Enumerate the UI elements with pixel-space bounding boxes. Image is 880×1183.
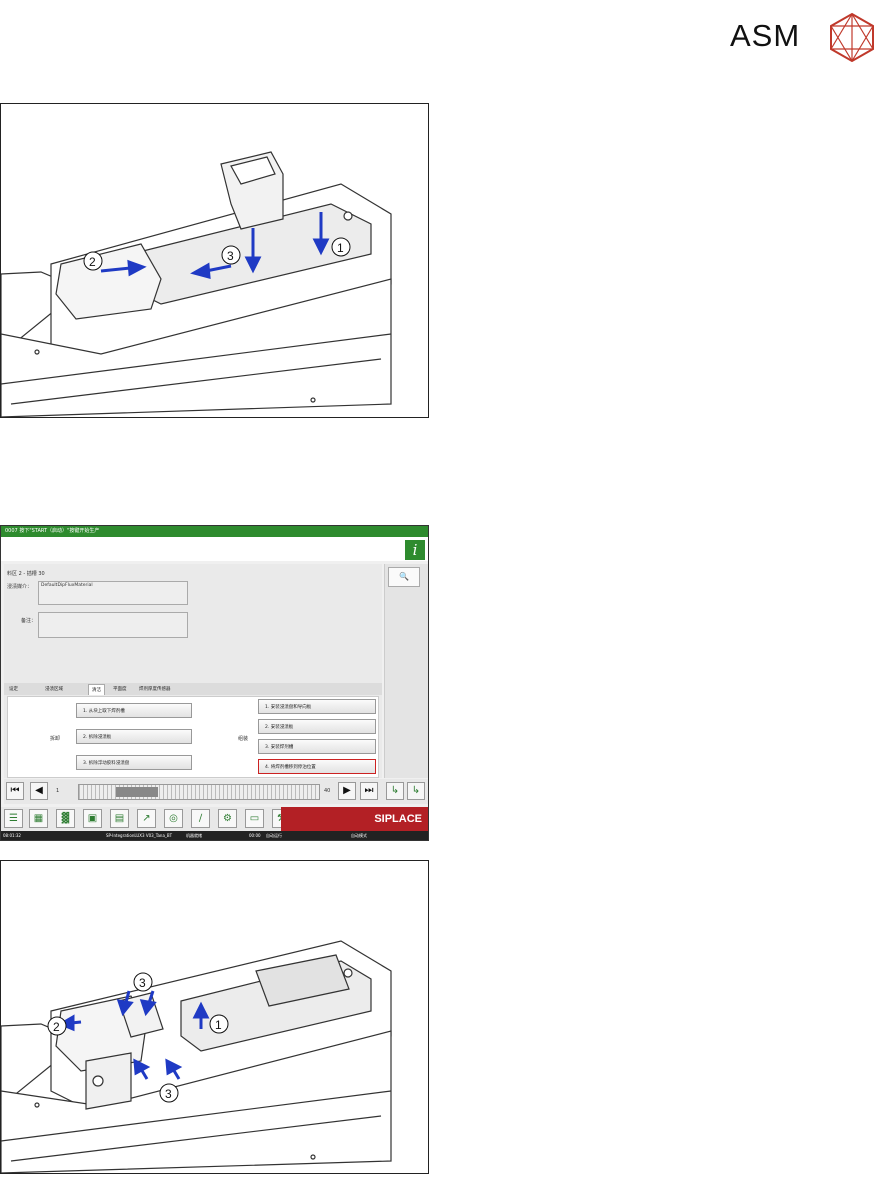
status-machine: 机器就绪 (186, 833, 202, 838)
tab-flatness[interactable]: 平面度 (110, 684, 130, 695)
tab-setup[interactable]: 设定 (6, 684, 21, 695)
info-bar: i (1, 537, 428, 561)
callout-1: 1 (215, 1018, 222, 1032)
install-step-1-button[interactable]: 1. 安装浸渍盘和导向板 (258, 699, 376, 714)
last-page-icon[interactable]: ⏭ (360, 782, 378, 800)
save-icon[interactable]: ▣ (83, 809, 102, 828)
drawing-flux-tray-removal: 1 2 3 (1, 151, 392, 417)
callout-2: 2 (89, 255, 96, 269)
note-label: 备注： (21, 618, 37, 624)
prev-page-icon[interactable]: ◀ (30, 782, 48, 800)
info-icon[interactable]: i (405, 540, 425, 560)
navigation-bar: ⏮ ◀ 1 40 ▶ ⏭ ↳ ↳ (4, 779, 428, 804)
logo-emblem-icon (830, 12, 874, 62)
remove-label: 拆卸 (50, 736, 61, 742)
page-slider[interactable] (78, 784, 320, 800)
machine-ui-screenshot: 0007 按下"START（启动）"按键开始生产 i 料区 2 - 插槽 30 … (0, 525, 429, 841)
first-page-icon[interactable]: ⏮ (6, 782, 24, 800)
remove-step-1-button[interactable]: 1. 从块上取下焊剂槽 (76, 703, 192, 718)
brand-banner: SIPLACE (281, 807, 428, 831)
slider-thumb[interactable] (116, 787, 158, 797)
page-end: 40 (324, 788, 331, 794)
copy-icon[interactable]: ↳ (386, 782, 404, 800)
bars-icon[interactable]: ▓ (56, 809, 75, 828)
callout-3: 3 (227, 249, 234, 263)
clean-panel: 拆卸 组装 1. 从块上取下焊剂槽 2. 拆除浸渍板 3. 拆除浮动胶料浸渍盘 … (7, 696, 379, 778)
material-label: 浸渍媒介： (7, 584, 33, 590)
layers-icon[interactable]: ☰ (4, 809, 23, 828)
bottom-toolbar: ☰ ▦ ▓ ▣ ▤ ↗ ◎ ∕ ⚙ ▭ ⚒ SIPLACE (1, 807, 428, 831)
screen-title: 0007 按下"START（启动）"按键开始生产 (1, 526, 428, 537)
install-label: 组装 (238, 736, 249, 742)
status-mode: 自动模式 (351, 833, 367, 838)
feeder-icon[interactable]: ▭ (245, 809, 264, 828)
tab-bar: 设定 浸渍区域 清洁 平面度 焊剂厚度传感器 (4, 683, 382, 695)
chart-icon[interactable]: ↗ (137, 809, 156, 828)
location-label: 料区 2 - 插槽 30 (7, 571, 45, 577)
tab-clean[interactable]: 清洁 (88, 684, 105, 695)
figure-flux-tray-removal: 1 2 3 (0, 103, 429, 418)
callout-3-top: 3 (139, 976, 146, 990)
install-step-4-button[interactable]: 4. 将焊剂槽移到停泊位置 (258, 759, 376, 774)
camera-icon[interactable]: ◎ (164, 809, 183, 828)
install-step-3-button[interactable]: 3. 安装焊剂槽 (258, 739, 376, 754)
book-icon[interactable]: ▤ (110, 809, 129, 828)
logo-text: ASM (730, 18, 801, 53)
grid-icon[interactable]: ▦ (29, 809, 48, 828)
callout-2: 2 (53, 1020, 60, 1034)
status-bar: 08:01:32 SP-IntegrationLUX3 V03_Tana_BT … (1, 831, 428, 840)
tool-icon[interactable]: ∕ (191, 809, 210, 828)
status-station: SP-IntegrationLUX3 V03_Tana_BT (106, 833, 173, 838)
material-field: DefaultDipFluxMaterial (38, 581, 188, 605)
next-page-icon[interactable]: ▶ (338, 782, 356, 800)
remove-step-3-button[interactable]: 3. 拆除浮动胶料浸渍盘 (76, 755, 192, 770)
side-panel: 🔍 (384, 564, 428, 778)
callout-1: 1 (337, 241, 344, 255)
install-step-2-button[interactable]: 2. 安装浸渍板 (258, 719, 376, 734)
callout-3-bottom: 3 (165, 1087, 172, 1101)
tab-dip-area[interactable]: 浸渍区域 (42, 684, 66, 695)
status-time: 08:01:32 (3, 833, 21, 838)
gears-icon[interactable]: ⚙ (218, 809, 237, 828)
asm-logo: ASM (728, 12, 878, 62)
remove-step-2-button[interactable]: 2. 拆除浸渍板 (76, 729, 192, 744)
page-start: 1 (56, 788, 60, 794)
note-field (38, 612, 188, 638)
copy-all-icon[interactable]: ↳ (407, 782, 425, 800)
figure-flux-tray-install: 1 2 3 3 (0, 860, 429, 1174)
tab-thickness-sensor[interactable]: 焊剂厚度传感器 (136, 684, 174, 695)
status-run: 自动运行 (266, 833, 282, 838)
drawing-flux-tray-install: 1 2 3 3 (1, 940, 392, 1173)
status-duration: 00:00 (249, 833, 261, 838)
zoom-icon[interactable]: 🔍 (388, 567, 420, 587)
